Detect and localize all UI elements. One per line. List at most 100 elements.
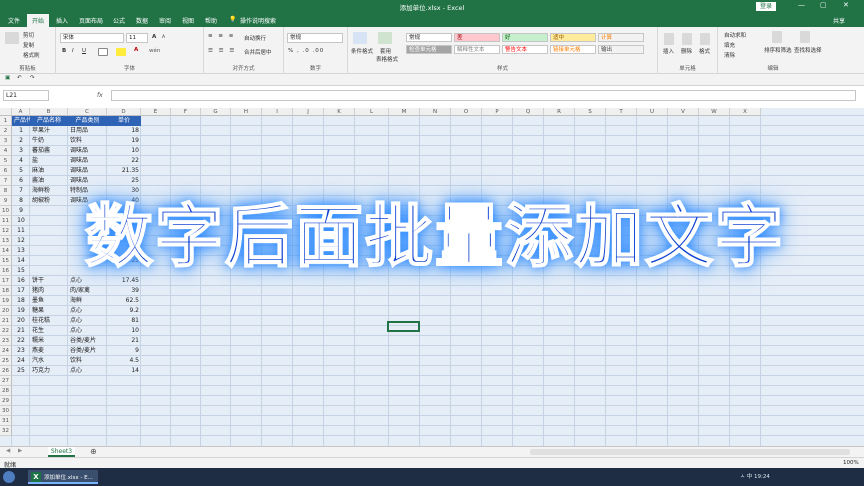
table-cell[interactable]: 燕麦: [30, 346, 68, 356]
share-button[interactable]: 共享: [833, 16, 845, 25]
column-header[interactable]: P: [482, 108, 513, 116]
table-cell[interactable]: 3: [12, 146, 30, 156]
table-cell[interactable]: 苹果汁: [30, 126, 68, 136]
table-cell[interactable]: 81: [107, 316, 141, 326]
copy-button[interactable]: 复制: [23, 41, 34, 49]
column-header[interactable]: O: [451, 108, 482, 116]
table-cell[interactable]: 21: [12, 326, 30, 336]
cell-style-2[interactable]: 差: [454, 33, 500, 42]
column-header[interactable]: J: [293, 108, 324, 116]
column-header[interactable]: R: [544, 108, 575, 116]
cell-style-7[interactable]: 解释性文本: [454, 45, 500, 54]
column-header[interactable]: D: [107, 108, 141, 116]
table-cell[interactable]: 4.5: [107, 356, 141, 366]
sheet-next-icon[interactable]: ▶: [18, 448, 22, 454]
table-cell[interactable]: 16: [12, 276, 30, 286]
row-header[interactable]: 30: [0, 406, 12, 416]
table-cell[interactable]: 猪肉: [30, 286, 68, 296]
table-cell[interactable]: 7: [12, 186, 30, 196]
table-cell[interactable]: 点心: [68, 326, 107, 336]
tab-home[interactable]: 开始: [27, 14, 50, 27]
row-header[interactable]: 27: [0, 376, 12, 386]
table-cell[interactable]: 30: [107, 186, 141, 196]
column-header[interactable]: Q: [513, 108, 544, 116]
font-size-select[interactable]: 11: [126, 33, 148, 43]
table-cell[interactable]: 10: [107, 326, 141, 336]
sort-filter-icon[interactable]: [772, 31, 782, 43]
table-cell[interactable]: 17: [12, 286, 30, 296]
table-cell[interactable]: 22: [107, 156, 141, 166]
column-header[interactable]: N: [420, 108, 451, 116]
table-cell[interactable]: 饮料: [68, 136, 107, 146]
table-cell[interactable]: 12: [12, 236, 30, 246]
fx-icon[interactable]: fx: [97, 92, 103, 99]
column-header[interactable]: K: [324, 108, 355, 116]
table-cell[interactable]: 点心: [68, 366, 107, 376]
paste-icon[interactable]: [5, 32, 19, 44]
table-header-cell[interactable]: 产品名称: [30, 116, 68, 126]
row-header[interactable]: 11: [0, 216, 12, 226]
cell-style-8[interactable]: 警告文本: [502, 45, 548, 54]
column-header[interactable]: M: [389, 108, 420, 116]
row-header[interactable]: 7: [0, 176, 12, 186]
table-cell[interactable]: 巧克力: [30, 366, 68, 376]
number-format-icons[interactable]: % , .0 .00: [288, 48, 324, 54]
table-cell[interactable]: 39: [107, 286, 141, 296]
table-cell[interactable]: 6: [12, 176, 30, 186]
selected-cell[interactable]: [387, 321, 420, 332]
row-header[interactable]: 4: [0, 146, 12, 156]
row-header[interactable]: 26: [0, 366, 12, 376]
table-cell[interactable]: 谷类/麦片: [68, 346, 107, 356]
table-cell[interactable]: 饮料: [68, 356, 107, 366]
column-header[interactable]: C: [68, 108, 107, 116]
column-header[interactable]: S: [575, 108, 606, 116]
row-header[interactable]: 17: [0, 276, 12, 286]
table-cell[interactable]: 2: [12, 136, 30, 146]
delete-cells-icon[interactable]: [682, 33, 692, 45]
format-cells-icon[interactable]: [700, 33, 710, 45]
table-cell[interactable]: 桂花糕: [30, 316, 68, 326]
table-cell[interactable]: 盐: [30, 156, 68, 166]
format-as-table-button[interactable]: 套用: [380, 47, 391, 55]
row-header[interactable]: 25: [0, 356, 12, 366]
table-header-cell[interactable]: 产品代码: [12, 116, 30, 126]
horizontal-scrollbar[interactable]: [530, 449, 850, 455]
table-cell[interactable]: 11: [12, 226, 30, 236]
table-cell[interactable]: 9: [107, 346, 141, 356]
phonetic-button[interactable]: wén: [149, 48, 160, 54]
clear-button[interactable]: 清除: [724, 51, 735, 59]
table-cell[interactable]: 21.35: [107, 166, 141, 176]
table-cell[interactable]: 25: [107, 176, 141, 186]
fill-button[interactable]: 填充: [724, 41, 735, 49]
table-cell[interactable]: 24: [12, 356, 30, 366]
sort-filter-button[interactable]: 排序和筛选: [764, 46, 792, 54]
tab-data[interactable]: 数据: [136, 16, 148, 25]
row-header[interactable]: 28: [0, 386, 12, 396]
tab-view[interactable]: 视图: [182, 16, 194, 25]
table-cell[interactable]: 23: [12, 346, 30, 356]
row-header[interactable]: 24: [0, 346, 12, 356]
row-header[interactable]: 3: [0, 136, 12, 146]
table-cell[interactable]: 调味品: [68, 176, 107, 186]
row-header[interactable]: 1: [0, 116, 12, 126]
sheet-prev-icon[interactable]: ◀: [6, 448, 10, 454]
format-painter-button[interactable]: 格式刷: [23, 51, 40, 59]
table-header-cell[interactable]: 单价: [107, 116, 141, 126]
table-cell[interactable]: 9: [12, 206, 30, 216]
conditional-format-button[interactable]: 条件格式: [351, 47, 373, 55]
table-cell[interactable]: 22: [12, 336, 30, 346]
row-header[interactable]: 29: [0, 396, 12, 406]
table-cell[interactable]: 汽水: [30, 356, 68, 366]
formula-input[interactable]: [111, 90, 856, 101]
font-color-button[interactable]: A: [134, 47, 138, 53]
row-header[interactable]: 16: [0, 266, 12, 276]
tab-formulas[interactable]: 公式: [113, 16, 125, 25]
table-cell[interactable]: 14: [12, 256, 30, 266]
fill-color-icon[interactable]: [116, 48, 126, 56]
column-header[interactable]: E: [141, 108, 171, 116]
table-cell[interactable]: 8: [12, 196, 30, 206]
insert-cells-icon[interactable]: [664, 33, 674, 45]
table-cell[interactable]: 20: [12, 316, 30, 326]
find-select-button[interactable]: 查找和选择: [794, 46, 822, 54]
format-as-table-icon[interactable]: [378, 32, 392, 44]
